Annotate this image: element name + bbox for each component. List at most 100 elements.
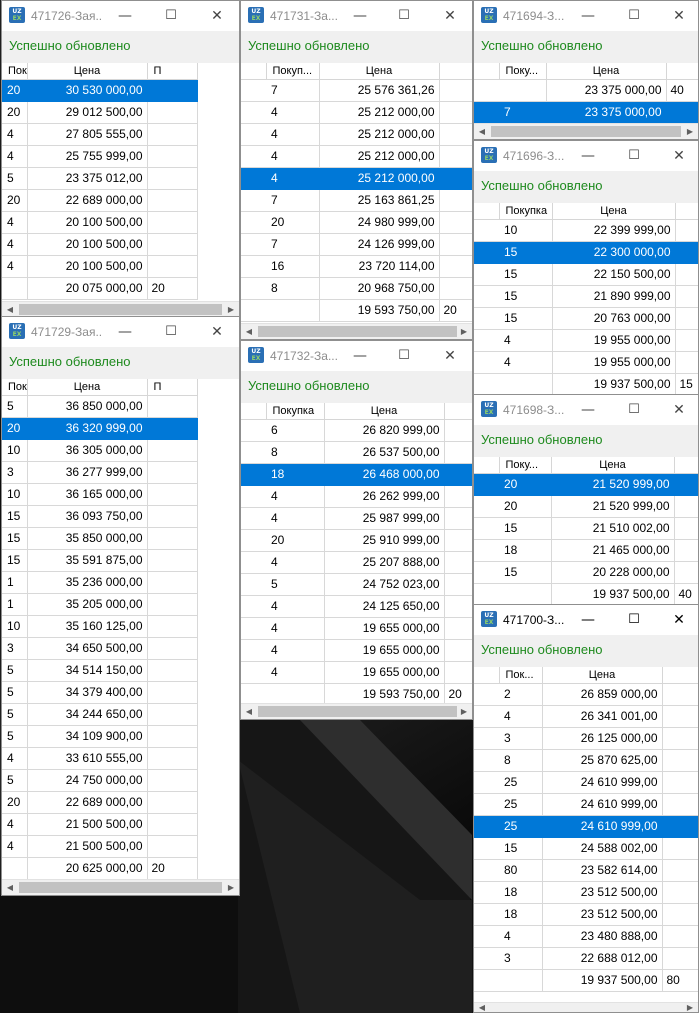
table-row[interactable]: 20 075 000,00 20 [2,277,198,300]
table-row[interactable]: 20 29 012 500,00 [2,101,198,124]
table-row[interactable]: 15 22 300 000,00 [474,241,698,264]
title-bar[interactable]: UZ EX 471726-Зая... — ☐ ✕ [2,1,239,31]
table-row[interactable]: 7 25 576 361,26 [241,79,472,102]
table-row[interactable]: 4 26 341 001,00 [474,705,698,728]
table-row[interactable]: 19 593 750,00 20 [241,683,472,703]
minimize-icon[interactable]: — [566,1,610,31]
orders-grid[interactable]: Пок... Цена 2 26 859 000,00 4 26 341 001,00 3 2… [474,667,698,1002]
table-row[interactable]: 1 35 205 000,00 [2,593,198,616]
title-bar[interactable]: UZ EX 471729-Зая... — ☐ ✕ [2,317,239,347]
close-icon[interactable]: ✕ [195,317,239,347]
close-icon[interactable]: ✕ [657,1,698,31]
horizontal-scrollbar[interactable]: ◀ ▶ [474,123,698,139]
title-bar[interactable]: UZ EX 471694-З... — ☐ ✕ [474,1,698,31]
table-row[interactable]: 4 25 207 888,00 [241,551,472,574]
table-row[interactable]: 8 26 537 500,00 [241,441,472,464]
horizontal-scrollbar[interactable]: ◀ ▶ [2,301,239,317]
maximize-icon[interactable]: ☐ [612,395,656,425]
table-row[interactable]: 25 24 610 999,00 [474,815,698,838]
column-header-qty[interactable]: Поку... [499,63,547,80]
table-row[interactable]: 4 33 610 555,00 [2,747,198,770]
table-row[interactable]: 4 21 500 500,00 [2,813,198,836]
column-header-extra[interactable] [444,403,472,420]
table-row[interactable]: 1 35 236 000,00 [2,571,198,594]
scroll-left-icon[interactable]: ◀ [2,880,18,895]
minimize-icon[interactable]: — [566,141,610,171]
minimize-icon[interactable]: — [103,317,147,347]
maximize-icon[interactable]: ☐ [149,317,193,347]
column-header-extra[interactable] [439,63,472,80]
table-row[interactable]: 15 21 890 999,00 [474,285,698,308]
table-row[interactable]: 10 36 165 000,00 [2,483,198,506]
table-row[interactable]: 25 24 610 999,00 [474,771,698,794]
table-row[interactable]: 3 36 277 999,00 [2,461,198,484]
table-row[interactable]: 4 23 480 888,00 [474,925,698,948]
horizontal-scrollbar[interactable]: ◀ ▶ [241,323,472,339]
table-row[interactable]: 3 22 688 012,00 [474,947,698,970]
title-bar[interactable]: UZ EX 471731-За... — ☐ ✕ [241,1,472,31]
table-row[interactable]: 5 24 752 023,00 [241,573,472,596]
column-header-price[interactable]: Цена [551,457,675,474]
table-row[interactable]: 5 34 514 150,00 [2,659,198,682]
title-bar[interactable]: UZ EX 471700-З... — ☐ ✕ [474,605,698,635]
table-row[interactable]: 4 25 212 000,00 [241,101,472,124]
table-row[interactable]: 80 23 582 614,00 [474,859,698,882]
orders-grid[interactable]: Поку... Цена 20 21 520 999,00 20 21 520 999,0… [474,457,698,605]
table-row[interactable]: 4 19 655 000,00 [241,617,472,640]
scroll-right-icon[interactable]: ▶ [682,124,698,139]
table-row[interactable]: 16 23 720 114,00 [241,255,472,278]
table-row[interactable]: 15 20 228 000,00 [474,561,698,584]
table-row[interactable]: 4 20 100 500,00 [2,255,198,278]
scroll-thumb[interactable] [258,706,457,717]
orders-grid[interactable]: Поку...ЦенаП536 850 000,002036 320 999,0… [2,379,239,879]
close-icon[interactable]: ✕ [657,395,698,425]
table-row[interactable]: 20 22 689 000,00 [2,791,198,814]
table-row[interactable]: 4 20 100 500,00 [2,233,198,256]
table-row[interactable]: 15 21 510 002,00 [474,517,698,540]
table-row[interactable]: 4 24 125 650,00 [241,595,472,618]
order-window-471700[interactable]: UZ EX 471700-З... — ☐ ✕ Успешно обновлено… [473,604,699,1013]
scroll-right-icon[interactable]: ▶ [682,1003,698,1012]
scroll-thumb[interactable] [258,326,457,337]
table-row[interactable]: 4 19 655 000,00 [241,661,472,684]
table-row[interactable]: 18 23 512 500,00 [474,903,698,926]
table-row[interactable]: 4 25 987 999,00 [241,507,472,530]
column-header-qty[interactable]: Поку... [2,63,28,80]
title-bar[interactable]: UZ EX 471732-За... — ☐ ✕ [241,341,472,371]
column-header-extra[interactable]: П [147,379,198,396]
table-row[interactable]: 18 21 465 000,00 [474,539,698,562]
horizontal-scrollbar[interactable]: ◀ ▶ [2,879,239,895]
column-header-price[interactable]: Цена [27,379,148,396]
table-row[interactable]: 20 21 520 999,00 [474,495,698,518]
column-header-qty[interactable]: Поку... [2,379,28,396]
order-window-471732[interactable]: UZ EX 471732-За... — ☐ ✕ Успешно обновлен… [240,340,473,720]
maximize-icon[interactable]: ☐ [382,1,426,31]
close-icon[interactable]: ✕ [428,1,472,31]
orders-grid[interactable]: Поку...ЦенаП2030 530 000,002029 012 500,… [2,63,239,301]
table-row[interactable]: 4 19 955 000,00 [474,351,698,374]
table-row[interactable]: 5 24 750 000,00 [2,769,198,792]
column-header-price[interactable]: Цена [27,63,148,80]
table-row[interactable]: 2 26 859 000,00 [474,683,698,706]
column-header-extra[interactable] [674,457,698,474]
scroll-left-icon[interactable]: ◀ [474,124,490,139]
close-icon[interactable]: ✕ [428,341,472,371]
horizontal-scrollbar[interactable]: ◀ ▶ [241,703,472,719]
table-row[interactable]: 20 625 000,00 20 [2,857,198,879]
order-window-471694[interactable]: UZ EX 471694-З... — ☐ ✕ Успешно обновлено… [473,0,699,140]
column-header-price[interactable]: Цена [319,63,440,80]
table-row[interactable]: 19 593 750,00 20 [241,299,472,322]
table-row[interactable]: 20 30 530 000,00 [2,79,198,102]
table-row[interactable]: 15 35 591 875,00 [2,549,198,572]
orders-grid[interactable]: Поку... Цена 23 375 000,00 40 7 23 375 000,00 [474,63,698,123]
scroll-thumb[interactable] [19,304,222,315]
table-row[interactable]: 15 22 150 500,00 [474,263,698,286]
maximize-icon[interactable]: ☐ [612,605,656,635]
close-icon[interactable]: ✕ [657,141,698,171]
scroll-right-icon[interactable]: ▶ [456,324,472,339]
orders-grid[interactable]: Покупка Цена 6 26 820 999,00 8 26 537 500,00 1… [241,403,472,703]
column-header-qty[interactable]: Поку... [499,457,552,474]
table-row[interactable]: 8 20 968 750,00 [241,277,472,300]
table-row[interactable]: 20 21 520 999,00 [474,473,698,496]
table-row[interactable]: 4 26 262 999,00 [241,485,472,508]
